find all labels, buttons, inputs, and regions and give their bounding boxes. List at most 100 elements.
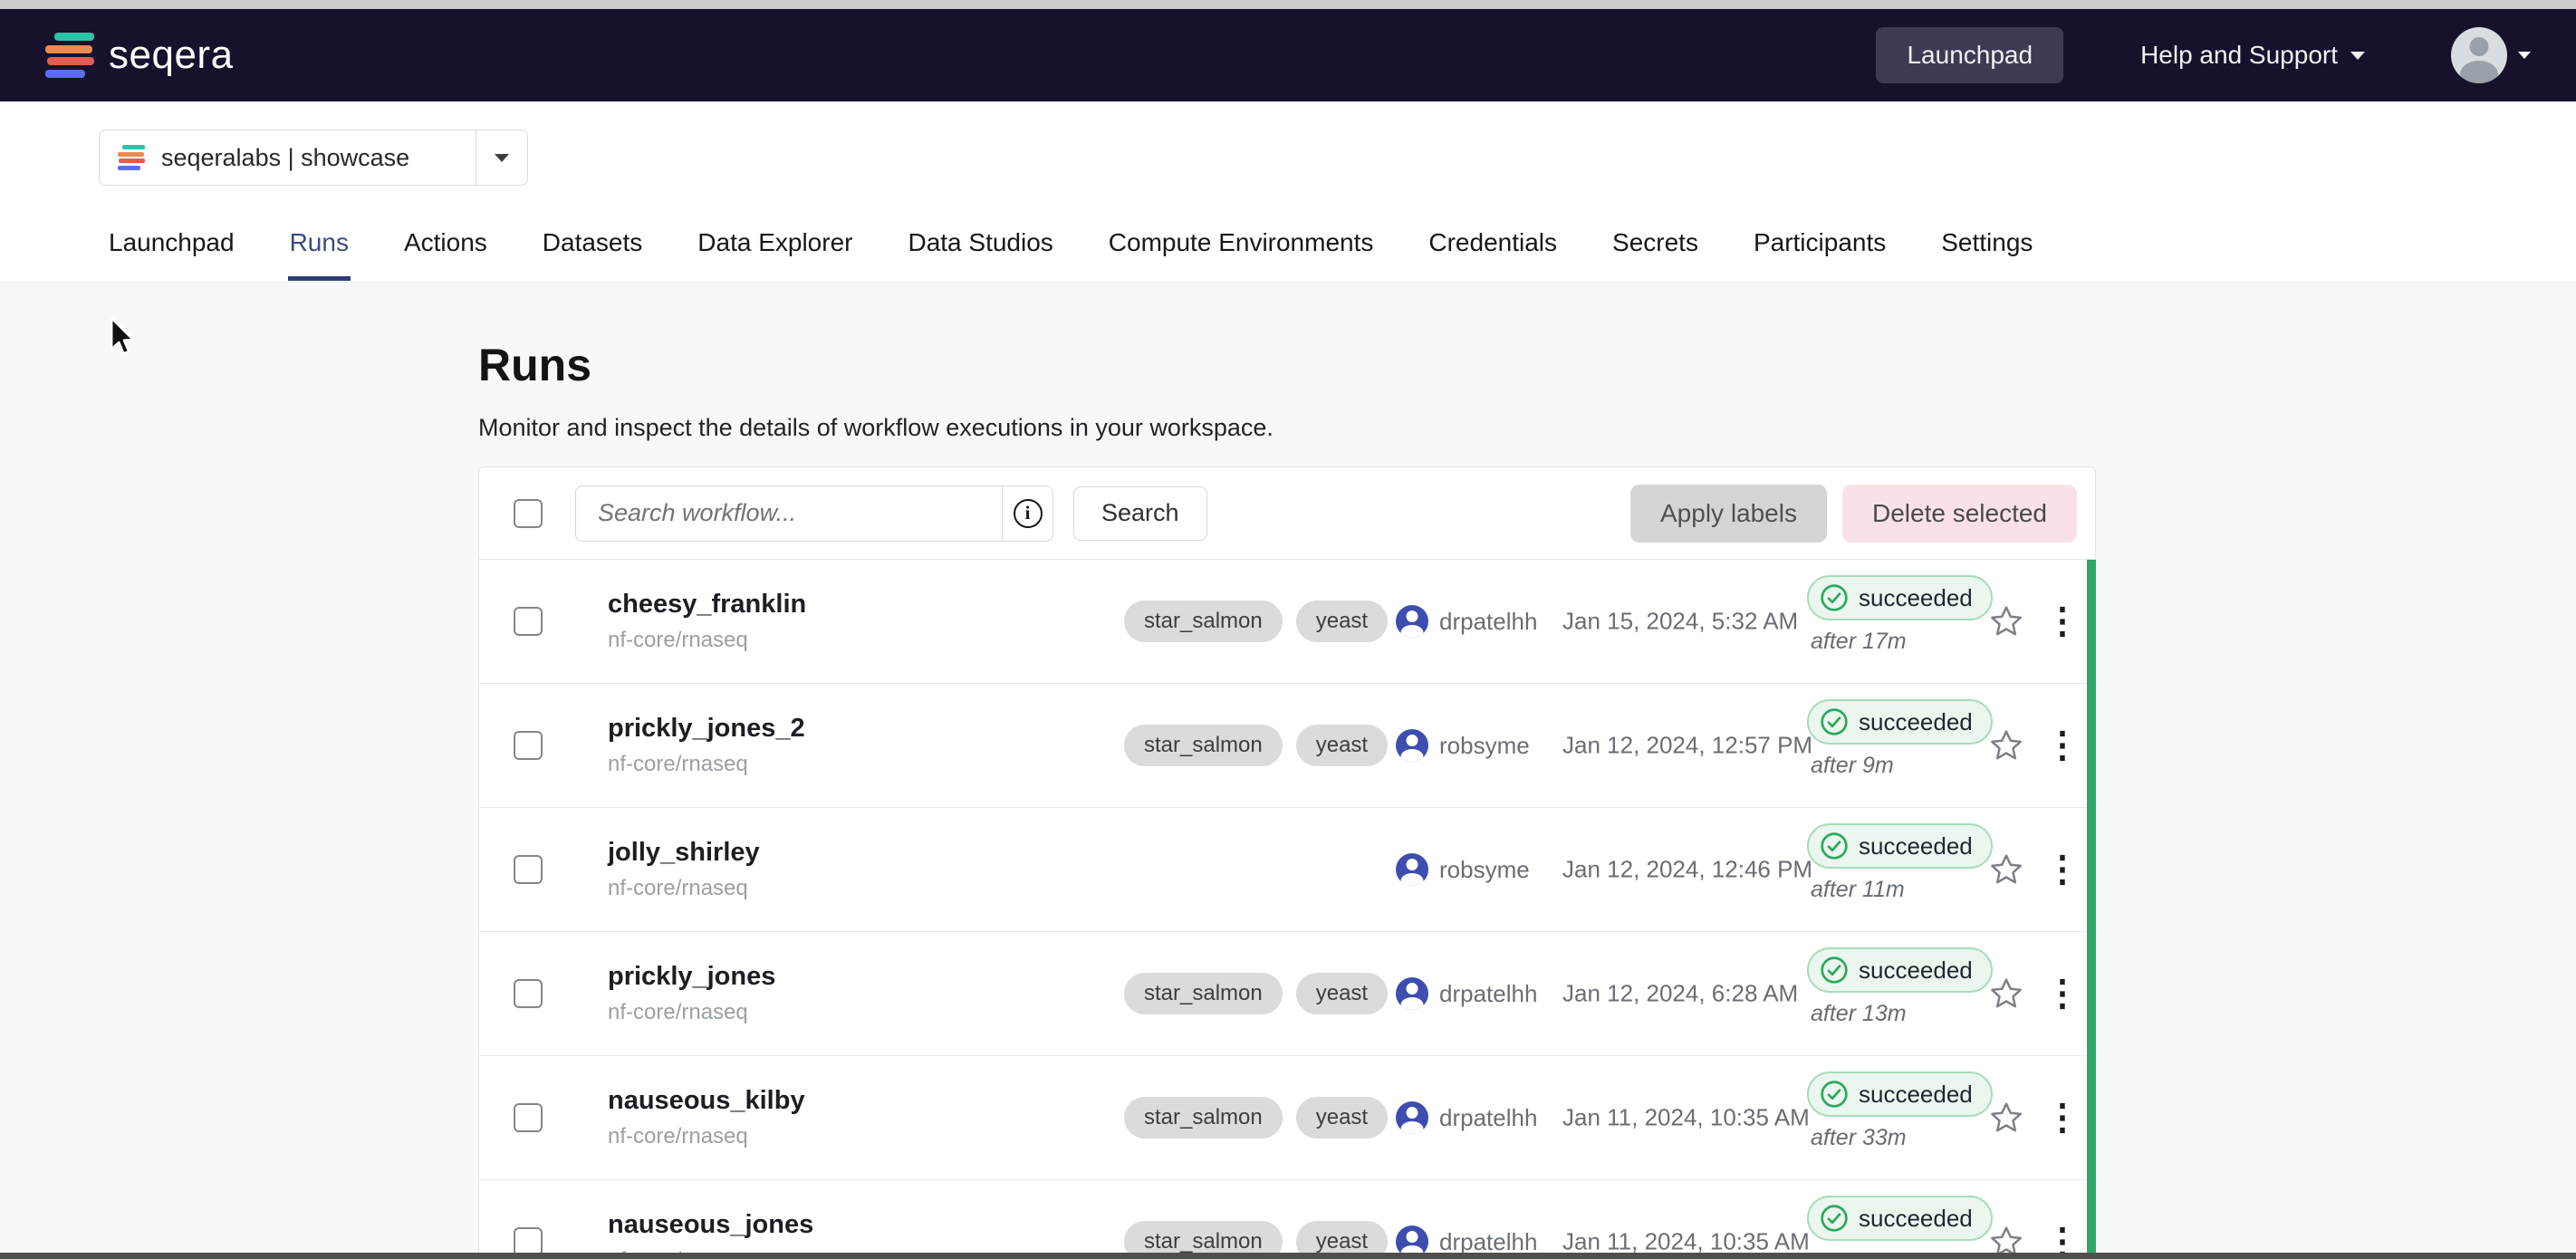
tab-data-explorer[interactable]: Data Explorer — [696, 228, 854, 281]
run-user-name: robsyme — [1439, 732, 1530, 760]
status-badge: succeeded — [1807, 575, 1993, 620]
tab-runs[interactable]: Runs — [288, 228, 351, 281]
tab-actions[interactable]: Actions — [402, 228, 489, 281]
label-pill[interactable]: star_salmon — [1124, 601, 1283, 642]
run-user-cell: drpatelhh — [1396, 977, 1537, 1010]
window-bottom-edge — [0, 1253, 2576, 1259]
run-name-block: prickly_jones_2 nf-core/rnaseq — [608, 714, 805, 777]
tab-compute-environments[interactable]: Compute Environments — [1107, 228, 1376, 281]
chevron-down-icon — [2350, 52, 2365, 60]
kebab-menu-icon[interactable]: ⋮ — [2044, 605, 2081, 638]
user-menu[interactable] — [2451, 27, 2531, 83]
label-pill[interactable]: yeast — [1296, 725, 1388, 766]
label-pill[interactable]: star_salmon — [1124, 725, 1283, 766]
run-status-cell: succeeded after 11m — [1807, 823, 1993, 903]
star-icon[interactable] — [1988, 1100, 2024, 1136]
run-status-cell: succeeded after 3m — [1807, 1196, 1993, 1259]
tab-secrets[interactable]: Secrets — [1610, 228, 1700, 281]
run-user-name: drpatelhh — [1439, 1228, 1537, 1256]
run-duration: after 9m — [1811, 753, 1993, 779]
status-badge: succeeded — [1807, 823, 1993, 869]
run-name-block: jolly_shirley nf-core/rnaseq — [608, 838, 760, 901]
user-icon — [1396, 605, 1428, 638]
run-name-link[interactable]: jolly_shirley — [608, 838, 760, 868]
star-icon[interactable] — [1988, 603, 2024, 639]
tab-data-studios[interactable]: Data Studios — [906, 228, 1054, 281]
run-name-block: nauseous_kilby nf-core/rnaseq — [608, 1086, 805, 1149]
card-green-accent-bar — [2087, 560, 2096, 1259]
run-date: Jan 12, 2024, 6:28 AM — [1562, 980, 1798, 1008]
run-pipeline: nf-core/rnaseq — [608, 1124, 805, 1149]
runs-card: i Search Apply labels Delete selected ch… — [478, 466, 2096, 1259]
run-duration: after 11m — [1811, 877, 1993, 903]
help-and-support-menu[interactable]: Help and Support — [2140, 41, 2365, 70]
star-icon[interactable] — [1988, 975, 2024, 1012]
kebab-menu-icon[interactable]: ⋮ — [2044, 1101, 2081, 1134]
workspace-selector-toggle[interactable] — [476, 154, 527, 162]
run-name-link[interactable]: cheesy_franklin — [608, 590, 806, 620]
check-circle-icon — [1820, 707, 1849, 736]
page-subtitle: Monitor and inspect the details of workf… — [478, 413, 1274, 442]
row-checkbox[interactable] — [514, 855, 543, 884]
run-name-link[interactable]: nauseous_kilby — [608, 1086, 805, 1116]
status-label: succeeded — [1859, 583, 1973, 611]
run-user-name: drpatelhh — [1439, 608, 1537, 636]
star-icon[interactable] — [1988, 727, 2024, 764]
search-info-button[interactable]: i — [1003, 485, 1053, 542]
tab-participants[interactable]: Participants — [1752, 228, 1888, 281]
kebab-menu-icon[interactable]: ⋮ — [2044, 977, 2081, 1010]
delete-selected-button[interactable]: Delete selected — [1842, 485, 2077, 543]
row-checkbox[interactable] — [514, 607, 543, 636]
tab-launchpad[interactable]: Launchpad — [107, 228, 236, 281]
kebab-menu-icon[interactable]: ⋮ — [2044, 729, 2081, 762]
tab-datasets[interactable]: Datasets — [541, 228, 645, 281]
tab-credentials[interactable]: Credentials — [1427, 228, 1559, 281]
row-checkbox[interactable] — [514, 1103, 543, 1132]
run-user-cell: robsyme — [1396, 729, 1530, 762]
search-input[interactable] — [575, 485, 1003, 542]
search-button[interactable]: Search — [1073, 486, 1207, 541]
run-labels: star_salmon yeast — [1124, 725, 1388, 766]
row-checkbox[interactable] — [514, 979, 543, 1008]
label-pill[interactable]: yeast — [1296, 1097, 1388, 1139]
user-icon — [1396, 729, 1428, 762]
kebab-menu-icon[interactable]: ⋮ — [2044, 853, 2081, 886]
run-pipeline: nf-core/rnaseq — [608, 876, 760, 901]
run-row: nauseous_jones nf-core/rnaseq star_salmo… — [479, 1180, 2095, 1259]
label-pill[interactable]: yeast — [1296, 601, 1388, 642]
run-name-link[interactable]: prickly_jones_2 — [608, 714, 805, 744]
user-icon — [1396, 1101, 1428, 1134]
label-pill[interactable]: star_salmon — [1124, 1097, 1283, 1139]
run-date: Jan 12, 2024, 12:46 PM — [1562, 856, 1812, 884]
run-date: Jan 11, 2024, 10:35 AM — [1562, 1228, 1810, 1256]
launchpad-button[interactable]: Launchpad — [1876, 27, 2063, 83]
row-checkbox[interactable] — [514, 731, 543, 760]
run-name-link[interactable]: prickly_jones — [608, 962, 775, 992]
page-title: Runs — [478, 342, 591, 388]
avatar-icon — [2451, 27, 2507, 83]
chevron-down-icon — [2518, 52, 2531, 59]
label-pill[interactable]: star_salmon — [1124, 973, 1283, 1014]
workspace-header: seqeralabs | showcase Launchpad Runs Actio… — [0, 101, 2576, 283]
apply-labels-button[interactable]: Apply labels — [1630, 485, 1827, 543]
run-user-name: drpatelhh — [1439, 980, 1537, 1008]
run-name-link[interactable]: nauseous_jones — [608, 1210, 813, 1240]
select-all-checkbox[interactable] — [514, 499, 543, 528]
search-input-group: i — [575, 485, 1053, 542]
run-user-cell: robsyme — [1396, 853, 1530, 886]
status-label: succeeded — [1859, 707, 1973, 735]
status-label: succeeded — [1859, 956, 1973, 984]
check-circle-icon — [1820, 1204, 1849, 1233]
help-and-support-label: Help and Support — [2140, 41, 2338, 70]
label-pill[interactable]: yeast — [1296, 973, 1388, 1014]
workspace-tabs: Launchpad Runs Actions Datasets Data Explore… — [107, 228, 2034, 281]
workspace-selector[interactable]: seqeralabs | showcase — [99, 130, 528, 186]
run-row: prickly_jones_2 nf-core/rnaseq star_salm… — [479, 684, 2095, 808]
run-row: jolly_shirley nf-core/rnaseq robsyme Jan… — [479, 808, 2095, 932]
run-pipeline: nf-core/rnaseq — [608, 1000, 775, 1025]
chevron-down-icon — [495, 154, 509, 162]
brand-name: seqera — [109, 33, 234, 78]
tab-settings[interactable]: Settings — [1939, 228, 2034, 281]
workspace-logo-icon — [118, 145, 145, 170]
star-icon[interactable] — [1988, 851, 2024, 888]
